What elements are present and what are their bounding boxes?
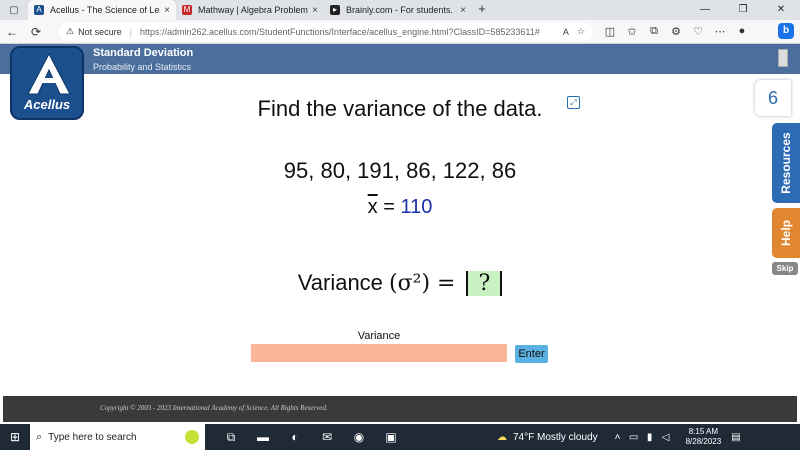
course-subtitle: Probability and Statistics (93, 62, 192, 72)
camera-icon[interactable]: ▭ (626, 432, 642, 443)
tab-title: Mathway | Algebra Problem Solver (198, 5, 308, 15)
help-tab[interactable]: Help (772, 208, 800, 258)
weather-widget[interactable]: ☁ 74°F Mostly cloudy (497, 432, 598, 443)
favorites-icon[interactable]: ✩ (621, 25, 643, 38)
chrome-icon[interactable]: ◉ (343, 430, 375, 445)
mean-line: x = 110 (0, 196, 800, 219)
refresh-icon[interactable]: ⟳ (24, 25, 48, 39)
clock-time: 8:15 AM (688, 427, 719, 436)
notifications-icon[interactable]: ▤ (731, 432, 740, 443)
cloud-icon: ☁ (497, 431, 507, 443)
variance-equals: = (430, 271, 463, 296)
mean-symbol: x (367, 196, 378, 218)
mail-icon[interactable]: ✉ (311, 430, 343, 445)
window-controls: — ❐ ✕ (686, 0, 800, 20)
close-tab-icon[interactable]: × (164, 5, 170, 16)
taskbar-search[interactable]: ⌕ Type here to search (30, 424, 205, 450)
divider: | (129, 26, 132, 37)
new-tab-button[interactable]: + (472, 0, 492, 20)
tennis-ball-icon (185, 430, 199, 444)
mean-value: 110 (400, 196, 433, 218)
windows-taskbar: ⊞ ⌕ Type here to search ⧉ ▬ ◐ ✉ ◉ ▣ ☁ 74… (0, 424, 800, 450)
url-field[interactable]: ⚠ Not secure | https://admin262.acellus.… (58, 22, 593, 41)
battery-icon[interactable]: ▮ (642, 432, 658, 443)
not-secure-label[interactable]: Not secure (78, 27, 122, 37)
health-icon[interactable]: ♡ (687, 25, 709, 38)
restore-icon[interactable]: ❐ (724, 0, 762, 20)
screen: ▢ A Acellus - The Science of Learning × … (0, 0, 800, 450)
profile-avatar-icon[interactable]: ● (731, 25, 753, 38)
tab-title: Brainly.com - For students. By stu (346, 5, 456, 15)
enter-button[interactable]: Enter (515, 345, 548, 363)
input-label: Variance (357, 330, 401, 342)
clock-date: 8/28/2023 (685, 437, 722, 446)
close-window-icon[interactable]: ✕ (762, 0, 800, 20)
address-bar: ← ⟳ ⚠ Not secure | https://admin262.acel… (0, 20, 800, 44)
app-icon[interactable]: ▣ (375, 430, 407, 445)
split-screen-icon[interactable]: ◫ (599, 25, 621, 38)
weather-text: 74°F Mostly cloudy (513, 431, 598, 443)
warning-icon[interactable]: ⚠ (66, 26, 74, 37)
browser-tab-strip: ▢ A Acellus - The Science of Learning × … (0, 0, 800, 20)
url-text[interactable]: https://admin262.acellus.com/StudentFunc… (140, 27, 555, 37)
close-tab-icon[interactable]: × (312, 5, 318, 16)
edge-icon[interactable]: ◐ (279, 430, 311, 445)
back-icon[interactable]: ← (0, 25, 24, 39)
tab-mathway[interactable]: M Mathway | Algebra Problem Solver × (176, 0, 324, 20)
variance-equation: Variance (σ²) = ? (0, 270, 800, 296)
resources-label: Resources (779, 132, 793, 194)
clock[interactable]: 8:15 AM 8/28/2023 (686, 427, 722, 447)
mean-equals: = (377, 196, 401, 218)
brainly-favicon-icon: ▸ (330, 5, 340, 15)
acellus-favicon-icon: A (34, 5, 44, 15)
question-text: Find the variance of the data. (257, 96, 543, 121)
tab-acellus[interactable]: A Acellus - The Science of Learning × (28, 0, 176, 20)
resources-tab[interactable]: Resources (772, 123, 800, 203)
volume-icon[interactable]: ◁ (658, 432, 674, 443)
extensions-icon[interactable]: ⚙ (665, 25, 687, 38)
help-label: Help (779, 219, 793, 247)
mathway-favicon-icon: M (182, 5, 192, 15)
variance-label: Variance (297, 270, 390, 295)
lesson-header: Standard Deviation Probability and Stati… (0, 44, 800, 74)
acellus-a-icon (27, 52, 71, 95)
task-view-icon[interactable]: ⧉ (215, 430, 247, 445)
chevron-up-icon[interactable]: ˄ (610, 432, 626, 443)
close-tab-icon[interactable]: × (460, 5, 466, 16)
data-values: 95, 80, 191, 86, 122, 86 (283, 158, 517, 183)
expand-icon[interactable]: ⤢ (567, 96, 580, 109)
tab-actions-icon[interactable]: ▢ (0, 0, 28, 20)
browser-toolbar: ◫ ✩ ⧉ ⚙ ♡ ⋯ ● (599, 25, 753, 38)
read-aloud-icon[interactable]: A (563, 27, 569, 37)
search-placeholder: Type here to search (48, 431, 137, 443)
problem-number-tab[interactable]: 6 (755, 80, 791, 116)
page-footer: Copyright © 2003 - 2023 International Ac… (3, 396, 797, 422)
exit-door-icon[interactable] (778, 49, 788, 67)
minimize-icon[interactable]: — (686, 0, 724, 20)
collections-icon[interactable]: ⧉ (643, 25, 665, 38)
tab-brainly[interactable]: ▸ Brainly.com - For students. By stu × (324, 0, 472, 20)
tab-title: Acellus - The Science of Learning (50, 5, 160, 15)
pinned-apps: ⧉ ▬ ◐ ✉ ◉ ▣ (215, 430, 407, 445)
lesson-title: Standard Deviation (93, 47, 194, 59)
search-icon: ⌕ (36, 430, 43, 443)
bing-chat-icon[interactable]: b (778, 23, 794, 39)
windows-start-icon[interactable]: ⊞ (0, 430, 30, 444)
answer-placeholder-box: ? (466, 271, 503, 296)
more-menu-icon[interactable]: ⋯ (709, 25, 731, 38)
copyright-text: Copyright © 2003 - 2023 International Ac… (100, 404, 328, 412)
variance-symbol: (σ²) (389, 271, 431, 296)
skip-button[interactable]: Skip (772, 262, 798, 275)
favorite-star-icon[interactable]: ☆ (577, 26, 585, 37)
system-tray: ˄ ▭ ▮ ◁ (610, 432, 674, 443)
variance-input[interactable] (251, 344, 507, 362)
file-explorer-icon[interactable]: ▬ (247, 430, 279, 445)
